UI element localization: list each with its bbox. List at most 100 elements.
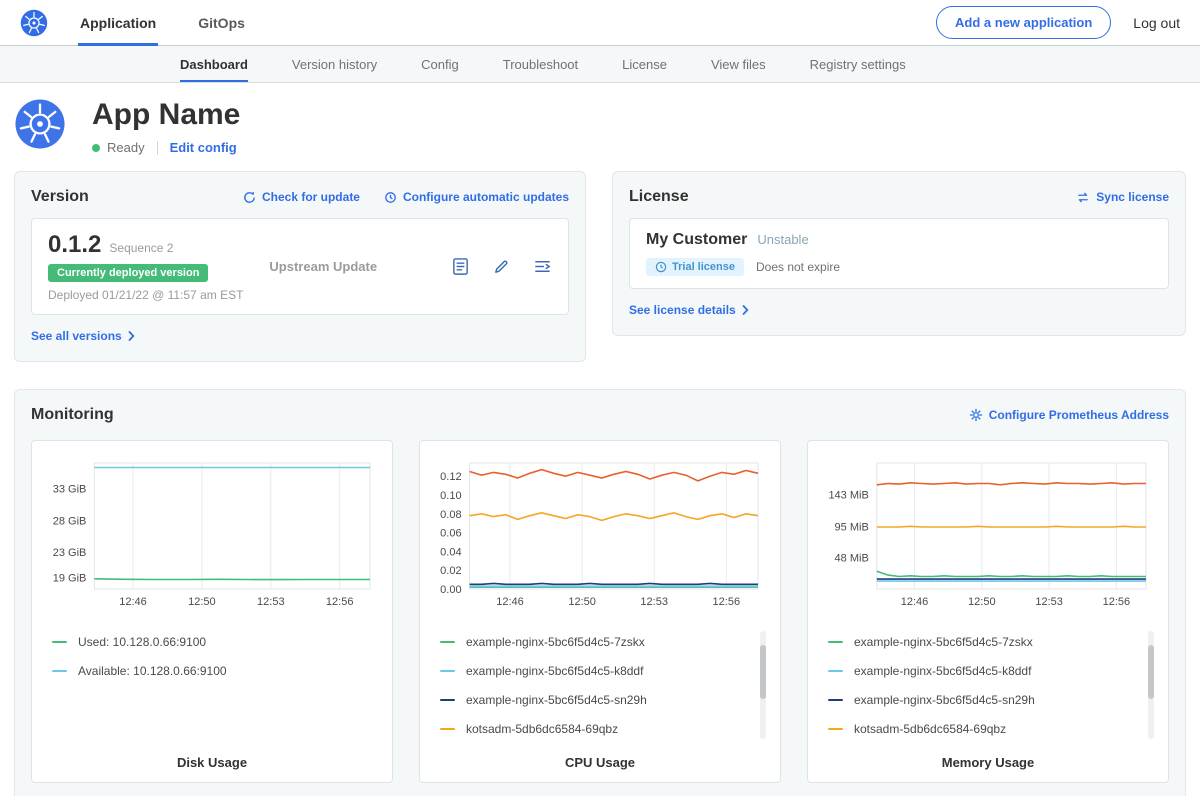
divider: [157, 141, 158, 155]
legend-swatch: [828, 728, 843, 730]
check-for-update-label: Check for update: [262, 190, 360, 204]
legend-label: example-nginx-5bc6f5d4c5-sn29h: [466, 693, 647, 707]
license-expiry: Does not expire: [756, 260, 840, 274]
chart-title: Disk Usage: [42, 755, 382, 770]
subnav-license[interactable]: License: [622, 46, 667, 82]
legend-label: example-nginx-5bc6f5d4c5-7zskx: [466, 635, 645, 649]
chart-title: Memory Usage: [818, 755, 1158, 770]
svg-text:12:53: 12:53: [1035, 596, 1063, 608]
scrollbar-thumb[interactable]: [760, 645, 766, 699]
legend-item: example-nginx-5bc6f5d4c5-7zskx: [440, 627, 752, 656]
legend-label: kotsadm-5db6dc6584-69qbz: [466, 722, 618, 736]
cpu-usage-chart: 12:4612:5012:5312:560.120.100.080.060.04…: [430, 455, 770, 613]
subnav-troubleshoot[interactable]: Troubleshoot: [503, 46, 578, 82]
legend-item: kotsadm-5db6dc6584-69qbz: [828, 714, 1140, 743]
memory-usage-card: 12:4612:5012:5312:56143 MiB95 MiB48 MiB …: [807, 440, 1169, 783]
cpu-usage-legend: example-nginx-5bc6f5d4c5-7zskx example-ng…: [430, 625, 770, 745]
app-subnav: Dashboard Version history Config Trouble…: [0, 46, 1200, 83]
subnav-config[interactable]: Config: [421, 46, 459, 82]
app-icon: [14, 98, 66, 155]
svg-text:0.08: 0.08: [440, 509, 461, 521]
version-info: 0.1.2 Sequence 2 Currently deployed vers…: [48, 231, 243, 302]
version-number: 0.1.2: [48, 231, 101, 259]
app-status-row: Ready Edit config: [92, 140, 240, 155]
topbar: Application GitOps Add a new application…: [0, 0, 1200, 46]
check-for-update-link[interactable]: Check for update: [243, 190, 360, 204]
legend-scrollbar[interactable]: [1148, 631, 1154, 739]
edit-config-link[interactable]: Edit config: [170, 140, 237, 155]
nav-tab-application[interactable]: Application: [78, 0, 158, 46]
deployed-date: Deployed 01/21/22 @ 11:57 am EST: [48, 288, 243, 302]
svg-text:12:46: 12:46: [901, 596, 929, 608]
svg-text:0.10: 0.10: [440, 490, 461, 502]
upstream-update-label: Upstream Update: [269, 259, 377, 274]
legend-label: kotsadm-5db6dc6584-69qbz: [854, 722, 1006, 736]
configure-auto-updates-link[interactable]: Configure automatic updates: [384, 190, 569, 204]
legend-swatch: [440, 670, 455, 672]
svg-text:33 GiB: 33 GiB: [53, 484, 87, 496]
svg-text:12:46: 12:46: [119, 596, 147, 608]
topbar-right: Add a new application Log out: [936, 6, 1180, 39]
chart-svg: 12:4612:5012:5312:56143 MiB95 MiB48 MiB: [818, 455, 1158, 613]
legend-item: example-nginx-5bc6f5d4c5-k8ddf: [440, 656, 752, 685]
license-channel: Unstable: [757, 232, 808, 247]
configure-auto-updates-label: Configure automatic updates: [403, 190, 569, 204]
clock-icon: [655, 261, 667, 273]
release-notes-icon[interactable]: [451, 257, 470, 276]
svg-text:12:50: 12:50: [968, 596, 996, 608]
legend-label: Available: 10.128.0.66:9100: [78, 664, 227, 678]
add-application-button[interactable]: Add a new application: [936, 6, 1111, 39]
legend-swatch: [440, 641, 455, 643]
legend-label: example-nginx-5bc6f5d4c5-k8ddf: [854, 664, 1031, 678]
logout-link[interactable]: Log out: [1133, 15, 1180, 31]
legend-swatch: [52, 670, 67, 672]
legend-item: example-nginx-5bc6f5d4c5-k8ddf: [828, 656, 1140, 685]
app-header: App Name Ready Edit config: [0, 83, 1200, 171]
app-status: Ready: [107, 140, 145, 155]
see-all-versions-link[interactable]: See all versions: [31, 329, 136, 343]
auto-update-clock-icon: [384, 191, 397, 204]
subnav-view-files[interactable]: View files: [711, 46, 766, 82]
monitoring-section: Monitoring Configure Prometheus Address …: [14, 389, 1186, 796]
diff-icon[interactable]: [533, 257, 552, 276]
legend-item: Used: 10.128.0.66:9100: [52, 627, 364, 656]
legend-swatch: [52, 641, 67, 643]
configure-prometheus-label: Configure Prometheus Address: [989, 408, 1169, 422]
configure-prometheus-link[interactable]: Configure Prometheus Address: [969, 408, 1169, 422]
legend-swatch: [828, 670, 843, 672]
sync-icon: [1076, 191, 1090, 204]
legend-swatch: [828, 641, 843, 643]
kubernetes-logo-icon[interactable]: [20, 9, 48, 37]
nav-tab-gitops[interactable]: GitOps: [196, 0, 247, 46]
current-version-card: 0.1.2 Sequence 2 Currently deployed vers…: [31, 218, 569, 315]
legend-scrollbar[interactable]: [760, 631, 766, 739]
legend-swatch: [440, 728, 455, 730]
legend-label: example-nginx-5bc6f5d4c5-k8ddf: [466, 664, 643, 678]
sync-license-label: Sync license: [1096, 190, 1169, 204]
edit-version-config-icon[interactable]: [492, 257, 511, 276]
subnav-version-history[interactable]: Version history: [292, 46, 377, 82]
chart-svg: 12:4612:5012:5312:5633 GiB28 GiB23 GiB19…: [42, 455, 382, 613]
svg-text:12:56: 12:56: [1103, 596, 1131, 608]
charts-row: 12:4612:5012:5312:5633 GiB28 GiB23 GiB19…: [31, 440, 1169, 783]
legend-item: example-nginx-5bc6f5d4c5-7zskx: [828, 627, 1140, 656]
memory-usage-legend: example-nginx-5bc6f5d4c5-7zskx example-ng…: [818, 625, 1158, 745]
subnav-registry-settings[interactable]: Registry settings: [810, 46, 906, 82]
svg-text:28 GiB: 28 GiB: [53, 515, 87, 527]
subnav-dashboard[interactable]: Dashboard: [180, 46, 248, 82]
see-license-details-link[interactable]: See license details: [629, 303, 750, 317]
svg-text:143 MiB: 143 MiB: [828, 490, 868, 502]
license-card-head: License Sync license: [629, 188, 1169, 206]
sync-license-link[interactable]: Sync license: [1076, 190, 1169, 204]
disk-usage-card: 12:4612:5012:5312:5633 GiB28 GiB23 GiB19…: [31, 440, 393, 783]
version-links: Check for update Configure automatic upd…: [243, 190, 569, 204]
chevron-right-icon: [128, 331, 136, 341]
legend-item: Available: 10.128.0.66:9100: [52, 656, 364, 685]
monitoring-head: Monitoring Configure Prometheus Address: [31, 406, 1169, 424]
scrollbar-thumb[interactable]: [1148, 645, 1154, 699]
svg-text:12:46: 12:46: [496, 596, 524, 608]
svg-text:12:56: 12:56: [326, 596, 354, 608]
svg-text:12:50: 12:50: [188, 596, 216, 608]
svg-text:12:50: 12:50: [568, 596, 596, 608]
svg-text:0.00: 0.00: [440, 584, 461, 596]
